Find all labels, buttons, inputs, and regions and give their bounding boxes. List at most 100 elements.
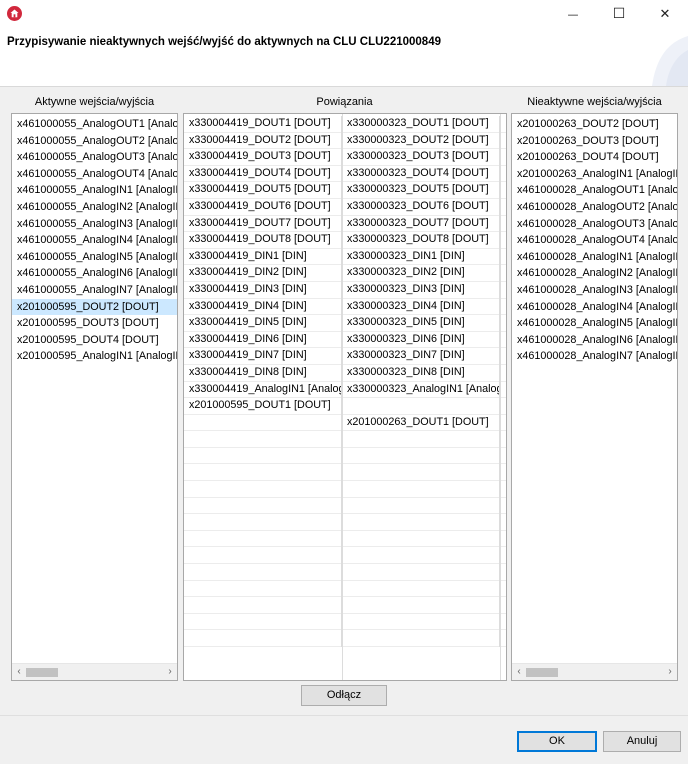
list-item[interactable]: x461000028_AnalogIN3 [AnalogIN] <box>512 282 677 299</box>
binding-active-cell[interactable]: x330004419_DOUT1 [DOUT] <box>184 116 342 133</box>
binding-inactive-cell[interactable]: x330000323_DIN5 [DIN] <box>342 315 500 332</box>
list-item[interactable]: x461000055_AnalogOUT1 [AnalogOUT] <box>12 116 177 133</box>
list-item[interactable]: x201000263_DOUT4 [DOUT] <box>512 149 677 166</box>
minimize-button[interactable]: — <box>550 0 596 28</box>
maximize-button[interactable]: ☐ <box>596 0 642 28</box>
binding-active-cell[interactable]: x330004419_DIN2 [DIN] <box>184 265 342 282</box>
binding-inactive-cell[interactable] <box>342 447 500 465</box>
binding-inactive-cell[interactable]: x330000323_DOUT2 [DOUT] <box>342 132 500 150</box>
binding-inactive-cell[interactable]: x330000323_DIN1 [DIN] <box>342 248 500 266</box>
inactive-horizontal-scrollbar[interactable]: ‹ › <box>512 663 677 680</box>
table-row[interactable]: x330004419_DOUT1 [DOUT] x330000323_DOUT1 … <box>184 116 506 133</box>
binding-inactive-cell[interactable]: x330000323_DOUT6 [DOUT] <box>342 198 500 216</box>
binding-active-cell[interactable] <box>184 431 342 448</box>
binding-inactive-cell[interactable]: x330000323_DIN4 [DIN] <box>342 298 500 316</box>
binding-active-cell[interactable] <box>184 547 342 565</box>
list-item[interactable]: x461000028_AnalogIN4 [AnalogIN] <box>512 299 677 316</box>
binding-active-cell[interactable]: x330004419_DOUT8 [DOUT] <box>184 232 342 249</box>
binding-inactive-cell[interactable]: x330000323_DOUT8 [DOUT] <box>342 232 500 249</box>
binding-inactive-cell[interactable]: x330000323_DOUT7 [DOUT] <box>342 215 500 233</box>
cancel-button[interactable]: Anuluj <box>603 731 681 752</box>
table-row[interactable] <box>184 464 506 482</box>
table-row[interactable]: x330004419_DIN4 [DIN] x330000323_DIN4 [DI… <box>184 298 506 316</box>
table-row[interactable]: x330004419_DOUT8 [DOUT] x330000323_DOUT8 … <box>184 232 506 249</box>
binding-inactive-cell[interactable] <box>342 597 500 614</box>
list-item[interactable]: x461000028_AnalogOUT4 [AnalogOUT] <box>512 232 677 249</box>
binding-active-cell[interactable]: x330004419_DIN8 [DIN] <box>184 364 342 382</box>
ok-button[interactable]: OK <box>517 731 597 752</box>
list-item[interactable]: x201000263_AnalogIN1 [AnalogIN] <box>512 166 677 183</box>
list-item[interactable]: x461000055_AnalogIN3 [AnalogIN] <box>12 216 177 233</box>
binding-active-cell[interactable]: x330004419_AnalogIN1 [AnalogIN] <box>184 381 342 399</box>
list-item[interactable]: x461000055_AnalogOUT4 [AnalogOUT] <box>12 166 177 183</box>
table-row[interactable] <box>184 547 506 565</box>
table-row[interactable]: x330004419_DIN2 [DIN] x330000323_DIN2 [DI… <box>184 265 506 282</box>
list-item[interactable]: x201000595_AnalogIN1 [AnalogIN] <box>12 348 177 365</box>
binding-inactive-cell[interactable]: x330000323_DIN3 [DIN] <box>342 281 500 299</box>
binding-active-cell[interactable] <box>184 481 342 498</box>
table-row[interactable] <box>184 431 506 448</box>
binding-inactive-cell[interactable]: x330000323_DOUT1 [DOUT] <box>342 116 500 133</box>
binding-inactive-cell[interactable]: x201000263_DOUT1 [DOUT] <box>342 414 500 432</box>
list-item[interactable]: x461000028_AnalogOUT3 [AnalogOUT] <box>512 216 677 233</box>
table-row[interactable]: x330004419_DOUT6 [DOUT] x330000323_DOUT6 … <box>184 198 506 216</box>
binding-active-cell[interactable]: x330004419_DIN6 [DIN] <box>184 331 342 349</box>
table-row[interactable] <box>184 530 506 548</box>
binding-inactive-cell[interactable] <box>342 613 500 631</box>
scroll-left-icon[interactable]: ‹ <box>512 664 526 680</box>
list-item[interactable]: x461000055_AnalogIN2 [AnalogIN] <box>12 199 177 216</box>
binding-active-cell[interactable] <box>184 497 342 515</box>
list-item[interactable]: x201000595_DOUT3 [DOUT] <box>12 315 177 332</box>
binding-active-cell[interactable] <box>184 613 342 631</box>
list-item[interactable]: x461000055_AnalogIN4 [AnalogIN] <box>12 232 177 249</box>
table-row[interactable] <box>184 564 506 581</box>
list-item[interactable]: x461000028_AnalogIN7 [AnalogIN] <box>512 348 677 365</box>
list-item[interactable]: x461000055_AnalogOUT2 [AnalogOUT] <box>12 133 177 150</box>
active-list[interactable]: x461000055_AnalogOUT1 [AnalogOUT]x461000… <box>11 113 178 681</box>
binding-active-cell[interactable] <box>184 564 342 581</box>
binding-active-cell[interactable]: x330004419_DOUT4 [DOUT] <box>184 165 342 183</box>
list-item[interactable]: x201000595_DOUT4 [DOUT] <box>12 332 177 349</box>
table-row[interactable]: x201000595_DOUT1 [DOUT] <box>184 398 506 415</box>
table-row[interactable] <box>184 613 506 631</box>
list-item[interactable]: x461000055_AnalogIN7 [AnalogIN] <box>12 282 177 299</box>
binding-inactive-cell[interactable]: x330000323_DIN8 [DIN] <box>342 364 500 382</box>
binding-active-cell[interactable] <box>184 514 342 531</box>
binding-inactive-cell[interactable] <box>342 630 500 647</box>
binding-inactive-cell[interactable] <box>342 481 500 498</box>
binding-inactive-cell[interactable]: x330000323_DIN6 [DIN] <box>342 331 500 349</box>
binding-active-cell[interactable]: x330004419_DIN4 [DIN] <box>184 298 342 316</box>
list-item[interactable]: x461000055_AnalogOUT3 [AnalogOUT] <box>12 149 177 166</box>
binding-inactive-cell[interactable] <box>342 497 500 515</box>
binding-inactive-cell[interactable] <box>342 431 500 448</box>
list-item[interactable]: x461000055_AnalogIN1 [AnalogIN] <box>12 182 177 199</box>
scroll-thumb[interactable] <box>26 668 58 677</box>
binding-active-cell[interactable] <box>184 580 342 598</box>
binding-active-cell[interactable]: x330004419_DIN5 [DIN] <box>184 315 342 332</box>
binding-inactive-cell[interactable]: x330000323_DIN2 [DIN] <box>342 265 500 282</box>
table-row[interactable]: x330004419_DOUT5 [DOUT] x330000323_DOUT5 … <box>184 182 506 199</box>
table-row[interactable] <box>184 514 506 531</box>
binding-inactive-cell[interactable] <box>342 547 500 565</box>
table-row[interactable]: x330004419_DIN5 [DIN] x330000323_DIN5 [DI… <box>184 315 506 332</box>
binding-inactive-cell[interactable] <box>342 530 500 548</box>
binding-active-cell[interactable] <box>184 447 342 465</box>
binding-active-cell[interactable] <box>184 630 342 647</box>
binding-active-cell[interactable]: x330004419_DOUT3 [DOUT] <box>184 149 342 166</box>
list-item[interactable]: x201000263_DOUT3 [DOUT] <box>512 133 677 150</box>
table-row[interactable]: x330004419_AnalogIN1 [AnalogIN] x33000032… <box>184 381 506 399</box>
binding-active-cell[interactable] <box>184 464 342 482</box>
binding-inactive-cell[interactable] <box>342 464 500 482</box>
list-item[interactable]: x461000055_AnalogIN6 [AnalogIN] <box>12 265 177 282</box>
binding-inactive-cell[interactable] <box>342 398 500 415</box>
inactive-list[interactable]: x201000263_DOUT2 [DOUT] x201000263_DOUT3 … <box>511 113 678 681</box>
list-item[interactable]: x201000263_DOUT2 [DOUT] <box>512 116 677 133</box>
binding-inactive-cell[interactable]: x330000323_AnalogIN1 [AnalogIN] <box>342 381 500 399</box>
bindings-grid[interactable]: x330004419_DOUT1 [DOUT] x330000323_DOUT1 … <box>183 113 507 681</box>
close-button[interactable]: ✕ <box>642 0 688 28</box>
table-row[interactable]: x330004419_DIN7 [DIN] x330000323_DIN7 [DI… <box>184 348 506 365</box>
binding-active-cell[interactable]: x330004419_DIN3 [DIN] <box>184 281 342 299</box>
table-row[interactable] <box>184 481 506 498</box>
binding-active-cell[interactable]: x330004419_DIN7 [DIN] <box>184 348 342 365</box>
table-row[interactable] <box>184 580 506 598</box>
